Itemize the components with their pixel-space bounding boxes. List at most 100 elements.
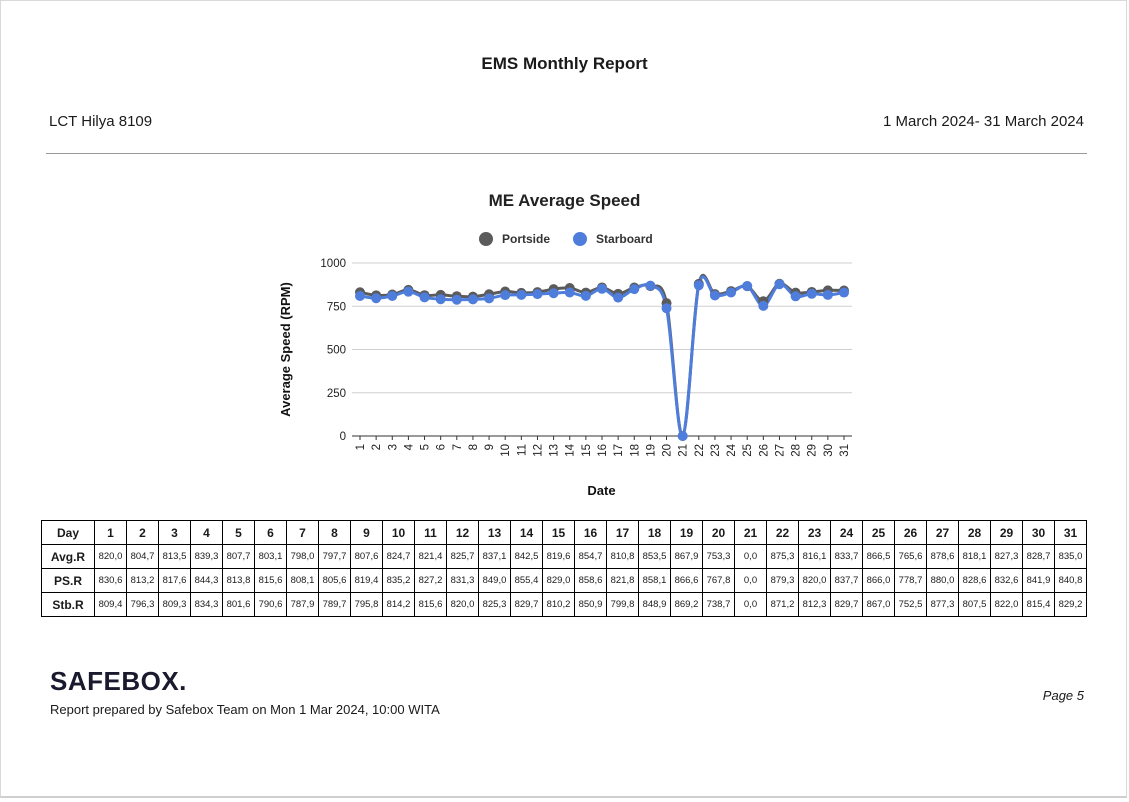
table-cell: 805,6 — [318, 568, 351, 593]
daily-speed-table: Day 1 2 3 4 5 6 7 8 9 10 11 12 13 14 15 16 17 18 19 20 21 22 23… — [41, 520, 1087, 617]
table-header-day-7: 7 — [286, 520, 319, 545]
page-number: Page 5 — [1042, 688, 1084, 703]
table-cell: 753,3 — [702, 544, 735, 569]
table-cell: 815,6 — [254, 568, 287, 593]
table-cell: 813,5 — [158, 544, 191, 569]
table-cell: 799,8 — [606, 592, 639, 617]
data-point-starboard-18 — [629, 284, 640, 295]
data-point-starboard-11 — [516, 289, 527, 300]
table-cell: 801,6 — [222, 592, 255, 617]
x-tick-29: 29 — [807, 444, 819, 457]
data-point-starboard-20 — [661, 303, 672, 314]
header-divider — [46, 153, 1087, 154]
table-cell: 814,2 — [382, 592, 415, 617]
table-cell: 815,6 — [414, 592, 447, 617]
data-point-starboard-15 — [580, 290, 591, 301]
brand-logo: SAFEBOX. — [50, 666, 187, 696]
data-point-starboard-25 — [742, 281, 753, 292]
table-header-day-28: 28 — [958, 520, 991, 545]
table-cell: 880,0 — [926, 568, 959, 593]
table-cell: 795,8 — [350, 592, 383, 617]
table-cell: 831,3 — [446, 568, 479, 593]
table-cell: 815,4 — [1022, 592, 1055, 617]
data-point-starboard-4 — [403, 286, 414, 297]
x-tick-22: 22 — [694, 444, 706, 457]
table-cell: 809,3 — [158, 592, 191, 617]
table-cell: 834,3 — [190, 592, 223, 617]
x-tick-27: 27 — [774, 444, 786, 457]
table-cell: 832,6 — [990, 568, 1023, 593]
y-tick-0: 0 — [340, 431, 346, 443]
x-tick-23: 23 — [710, 444, 722, 457]
x-tick-25: 25 — [742, 444, 754, 457]
data-point-starboard-30 — [822, 289, 833, 300]
table-header-day-11: 11 — [414, 520, 447, 545]
table-cell: 0,0 — [734, 568, 767, 593]
table-cell: 871,2 — [766, 592, 799, 617]
table-cell: 816,1 — [798, 544, 831, 569]
table-cell: 829,0 — [542, 568, 575, 593]
table-header-day-19: 19 — [670, 520, 703, 545]
table-cell: 858,6 — [574, 568, 607, 593]
table-cell: 820,0 — [798, 568, 831, 593]
table-cell: 804,7 — [126, 544, 159, 569]
table-cell: 837,1 — [478, 544, 511, 569]
table-cell: 830,6 — [94, 568, 127, 593]
data-point-starboard-12 — [532, 289, 543, 300]
x-tick-14: 14 — [565, 443, 577, 456]
row-label: Avg.R — [41, 544, 95, 569]
x-tick-6: 6 — [436, 444, 448, 450]
data-point-starboard-5 — [419, 292, 430, 303]
table-cell: 848,9 — [638, 592, 671, 617]
data-point-starboard-8 — [467, 294, 478, 305]
row-label: PS.R — [41, 568, 95, 593]
x-tick-21: 21 — [678, 444, 690, 457]
table-cell: 818,1 — [958, 544, 991, 569]
table-cell: 866,5 — [862, 544, 895, 569]
data-point-starboard-27 — [774, 279, 785, 290]
x-tick-17: 17 — [613, 444, 625, 457]
table-header-day-3: 3 — [158, 520, 191, 545]
date-range: 1 March 2024- 31 March 2024 — [883, 113, 1084, 130]
table-header-day-18: 18 — [638, 520, 671, 545]
table-cell: 821,8 — [606, 568, 639, 593]
table-row: PS.R 830,6 813,2 817,6 844,3 813,8 815,6 808,1 8… — [41, 568, 1087, 593]
table-header-day-20: 20 — [702, 520, 735, 545]
table-header-day-5: 5 — [222, 520, 255, 545]
table-header-row: Day 1 2 3 4 5 6 7 8 9 10 11 12 13 14 15 16 17 18 19 20 21 22 23… — [41, 520, 1087, 545]
data-point-starboard-26 — [758, 300, 769, 311]
table-cell: 767,8 — [702, 568, 735, 593]
table-header-day-24: 24 — [830, 520, 863, 545]
table-cell: 803,1 — [254, 544, 287, 569]
data-point-starboard-7 — [451, 294, 462, 305]
x-axis-title: Date — [587, 483, 615, 498]
table-cell: 866,0 — [862, 568, 895, 593]
table-cell: 824,7 — [382, 544, 415, 569]
table-header-day-9: 9 — [350, 520, 383, 545]
table-header-day-29: 29 — [990, 520, 1023, 545]
table-cell: 820,0 — [446, 592, 479, 617]
table-cell: 833,7 — [830, 544, 863, 569]
table-cell: 778,7 — [894, 568, 927, 593]
table-cell: 853,5 — [638, 544, 671, 569]
table-header-day: Day — [41, 520, 95, 545]
table-cell: 850,9 — [574, 592, 607, 617]
legend-marker-1 — [573, 232, 588, 246]
table-cell: 752,5 — [894, 592, 927, 617]
table-cell: 807,7 — [222, 544, 255, 569]
table-cell: 813,2 — [126, 568, 159, 593]
table-cell: 828,7 — [1022, 544, 1055, 569]
table-header-day-16: 16 — [574, 520, 607, 545]
y-tick-250: 250 — [327, 388, 346, 400]
table-cell: 839,3 — [190, 544, 223, 569]
data-point-starboard-23 — [709, 290, 720, 301]
x-tick-10: 10 — [500, 444, 512, 457]
table-header-day-31: 31 — [1054, 520, 1087, 545]
data-point-starboard-1 — [355, 290, 365, 301]
table-cell: 825,3 — [478, 592, 511, 617]
table-cell: 867,9 — [670, 544, 703, 569]
x-tick-3: 3 — [387, 444, 399, 450]
table-header-day-27: 27 — [926, 520, 959, 545]
table-cell: 798,0 — [286, 544, 319, 569]
table-cell: 789,7 — [318, 592, 351, 617]
